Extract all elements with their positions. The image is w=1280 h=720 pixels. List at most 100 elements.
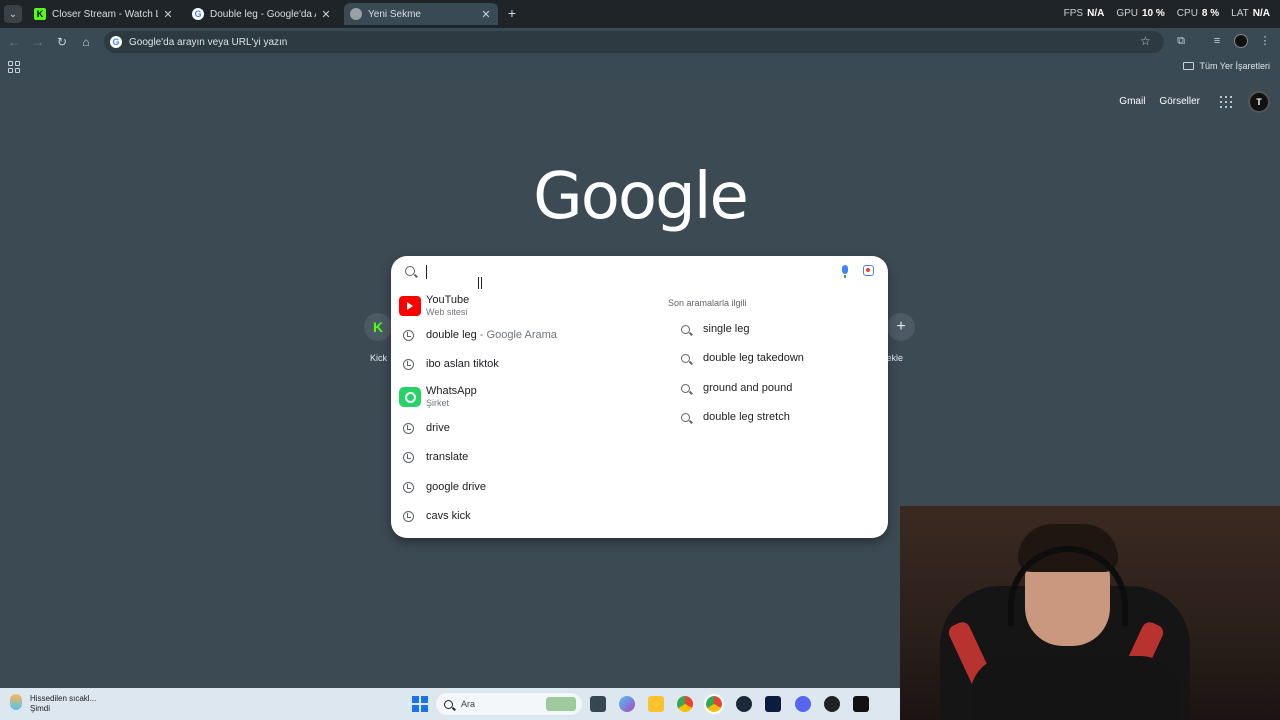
suggestion-history[interactable]: google drive: [391, 474, 651, 502]
epic-games-icon[interactable]: [853, 696, 869, 712]
history-icon: [403, 452, 414, 463]
search-icon: [681, 413, 690, 422]
obs-icon[interactable]: [824, 696, 840, 712]
cpu-stat: CPU 8 %: [1176, 8, 1220, 19]
search-icon: [681, 384, 690, 393]
suggestion-title: WhatsApp: [426, 385, 477, 397]
vscode-icon[interactable]: [765, 696, 781, 712]
related-search-item[interactable]: ground and pound: [675, 378, 875, 402]
all-bookmarks-button[interactable]: Tüm Yer İşaretleri: [1183, 61, 1270, 71]
search-icon: [444, 699, 453, 709]
file-explorer-icon[interactable]: [648, 696, 664, 712]
chrome-icon: [350, 8, 362, 20]
extensions-icon[interactable]: ⧉: [1174, 34, 1188, 48]
related-search-item[interactable]: single leg: [675, 319, 875, 343]
history-icon: [403, 511, 414, 522]
related-search-item[interactable]: double leg stretch: [675, 407, 875, 431]
gmail-link[interactable]: Gmail: [1119, 96, 1145, 107]
related-search-text: ground and pound: [703, 382, 793, 394]
related-search-text: single leg: [703, 323, 750, 335]
search-icon: [681, 354, 690, 363]
close-tab-icon[interactable]: ✕: [480, 8, 492, 21]
shortcut-kick[interactable]: K: [364, 313, 392, 341]
steam-icon[interactable]: [736, 696, 752, 712]
chrome-taskbar-icon[interactable]: [677, 696, 693, 712]
home-icon[interactable]: ⌂: [78, 34, 94, 50]
history-icon: [403, 482, 414, 493]
tab-new-tab[interactable]: Yeni Sekme ✕: [344, 3, 498, 25]
add-shortcut-button[interactable]: +: [887, 313, 915, 341]
tab-kick[interactable]: K Closer Stream - Watch Live on Kick ✕: [28, 3, 180, 25]
discord-icon[interactable]: [795, 696, 811, 712]
images-link[interactable]: Görseller: [1159, 96, 1200, 107]
copilot-icon[interactable]: [619, 696, 635, 712]
profile-avatar[interactable]: [1234, 34, 1248, 48]
gpu-stat: GPU 10 %: [1116, 8, 1165, 19]
search-dropdown: YouTube Web sitesi double leg - Google A…: [391, 256, 888, 538]
back-icon[interactable]: ←: [6, 34, 22, 50]
person-shirt: [970, 656, 1180, 720]
mouse-cursor-ibeam: [478, 277, 482, 289]
kick-logo-icon: K: [372, 319, 384, 335]
bookmark-star-icon[interactable]: ☆: [1140, 34, 1151, 48]
lat-stat: LAT N/A: [1231, 8, 1270, 19]
suggestion-text: google drive: [426, 481, 486, 493]
windows-taskbar: Hissedilen sıcakl... Şimdi Ara: [0, 688, 900, 720]
thermometer-icon: [10, 694, 22, 710]
performance-overlay: FPS N/A GPU 10 % CPU 8 % LAT N/A: [1064, 8, 1270, 19]
fps-stat: FPS N/A: [1063, 8, 1105, 19]
close-tab-icon[interactable]: ✕: [162, 8, 174, 21]
taskbar-search[interactable]: Ara: [436, 693, 582, 715]
suggestion-whatsapp[interactable]: WhatsApp Şirket: [391, 381, 651, 411]
shortcut-kick-label: Kick: [370, 353, 388, 363]
windows-start-icon[interactable]: [412, 696, 428, 712]
google-lens-icon[interactable]: [863, 265, 874, 276]
menu-kebab-icon[interactable]: ⋮: [1258, 34, 1272, 48]
related-search-text: double leg stretch: [703, 411, 790, 423]
search-input[interactable]: [391, 256, 888, 286]
related-search-text: double leg takedown: [703, 352, 804, 364]
google-apps-icon[interactable]: [1220, 96, 1232, 108]
microphone-icon[interactable]: [842, 265, 848, 278]
suggestion-history[interactable]: ibo aslan tiktok: [391, 351, 651, 379]
suggestion-history[interactable]: drive: [391, 415, 651, 443]
bookmarks-bar: [0, 56, 1280, 78]
kick-logo-icon: K: [34, 8, 46, 20]
suggestion-text: double leg - Google Arama: [426, 329, 557, 341]
new-tab-button[interactable]: +: [504, 5, 520, 21]
history-icon: [403, 330, 414, 341]
media-controls-icon[interactable]: ≡: [1210, 34, 1224, 48]
suggestion-history[interactable]: translate: [391, 444, 651, 472]
suggestion-youtube[interactable]: YouTube Web sitesi: [391, 290, 651, 320]
suggestion-history[interactable]: double leg - Google Arama: [391, 322, 651, 350]
apps-grid-icon[interactable]: [8, 61, 20, 73]
google-icon: G: [110, 36, 122, 48]
suggestion-subtitle: Şirket: [426, 398, 450, 408]
tab-google-search[interactable]: G Double leg - Google'da Ara ✕: [186, 3, 338, 25]
plus-icon: +: [896, 318, 906, 335]
header-links: Gmail Görseller: [1119, 96, 1200, 107]
forward-icon[interactable]: →: [30, 34, 46, 50]
history-icon: [403, 359, 414, 370]
weather-text: Hissedilen sıcakl...: [30, 694, 97, 703]
suggestion-history[interactable]: cavs kick: [391, 503, 651, 531]
related-search-item[interactable]: double leg takedown: [675, 348, 875, 372]
browser-toolbar: ← → ↻ ⌂ G Google'da arayın veya URL'yi y…: [0, 28, 1280, 56]
reload-icon[interactable]: ↻: [54, 34, 70, 50]
google-logo: Google: [533, 160, 749, 234]
suggestion-text: translate: [426, 451, 469, 463]
close-tab-icon[interactable]: ✕: [320, 8, 332, 21]
search-icon: [405, 266, 415, 276]
tab-title: Double leg - Google'da Ara: [210, 8, 316, 20]
chrome-active-taskbar-icon[interactable]: [704, 694, 724, 714]
folder-icon: [1183, 62, 1195, 70]
address-bar[interactable]: G Google'da arayın veya URL'yi yazın: [104, 31, 1164, 53]
tab-title: Closer Stream - Watch Live on Kick: [52, 8, 158, 20]
all-bookmarks-label: Tüm Yer İşaretleri: [1199, 61, 1270, 71]
account-avatar[interactable]: T: [1248, 91, 1270, 113]
tab-search-button[interactable]: ⌄: [4, 5, 22, 23]
address-bar-placeholder: Google'da arayın veya URL'yi yazın: [129, 36, 288, 48]
suggestion-title: YouTube: [426, 294, 470, 306]
task-view-icon[interactable]: [590, 696, 606, 712]
weather-widget[interactable]: Hissedilen sıcakl... Şimdi: [10, 694, 96, 714]
